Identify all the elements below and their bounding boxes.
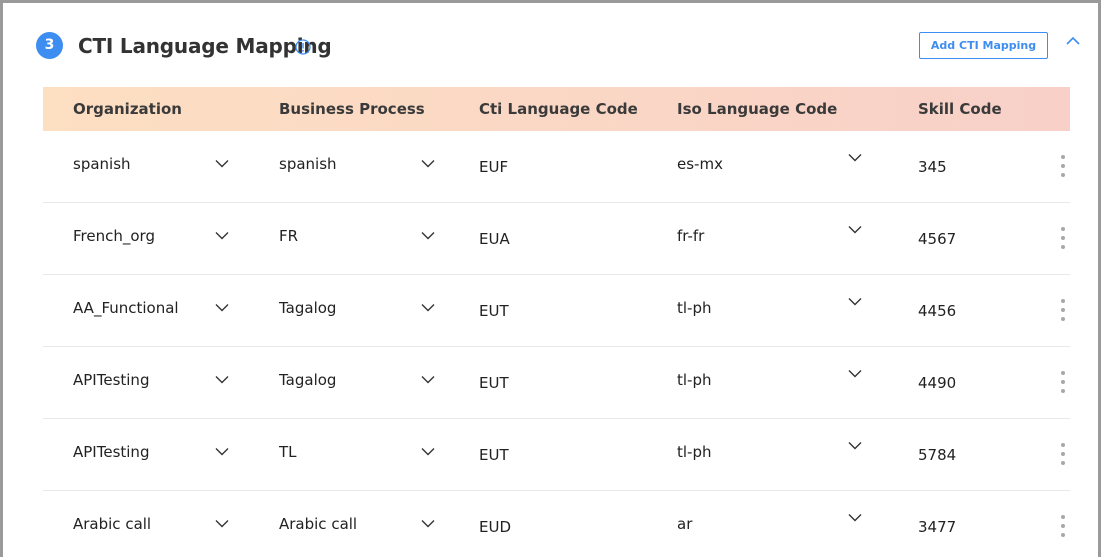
skill-code-value: 345	[918, 158, 947, 176]
column-header-organization: Organization	[73, 100, 182, 118]
kebab-menu-icon[interactable]	[1060, 155, 1066, 179]
table-row: APITesting TL EUT tl-ph 5784	[43, 419, 1070, 491]
chevron-down-icon[interactable]	[421, 447, 435, 456]
chevron-down-icon[interactable]	[215, 231, 229, 240]
cti-language-code-value: EUT	[479, 302, 509, 320]
cti-language-code-value: EUT	[479, 446, 509, 464]
table-row: spanish spanish EUF es-mx 345	[43, 131, 1070, 203]
chevron-down-icon[interactable]	[215, 447, 229, 456]
iso-language-code-select[interactable]: tl-ph	[677, 371, 712, 389]
table-row: Arabic call Arabic call EUD ar 3477	[43, 491, 1070, 557]
chevron-down-icon[interactable]	[421, 375, 435, 384]
business-process-select[interactable]: Arabic call	[279, 515, 357, 533]
chevron-down-icon[interactable]	[215, 375, 229, 384]
kebab-menu-icon[interactable]	[1060, 443, 1066, 467]
table-header: Organization Business Process Cti Langua…	[43, 87, 1070, 131]
kebab-menu-icon[interactable]	[1060, 371, 1066, 395]
business-process-select[interactable]: Tagalog	[279, 371, 336, 389]
table-row: APITesting Tagalog EUT tl-ph 4490	[43, 347, 1070, 419]
organization-select[interactable]: French_org	[73, 227, 155, 245]
chevron-down-icon[interactable]	[848, 513, 862, 522]
business-process-select[interactable]: Tagalog	[279, 299, 336, 317]
chevron-down-icon[interactable]	[215, 303, 229, 312]
cti-language-code-value: EUF	[479, 158, 509, 176]
cti-language-code-value: EUD	[479, 518, 512, 536]
add-cti-mapping-button[interactable]: Add CTI Mapping	[919, 32, 1048, 59]
business-process-select[interactable]: spanish	[279, 155, 337, 173]
iso-language-code-select[interactable]: tl-ph	[677, 299, 712, 317]
organization-select[interactable]: APITesting	[73, 443, 149, 461]
table-body: spanish spanish EUF es-mx 345 French_org…	[43, 131, 1070, 557]
iso-language-code-select[interactable]: ar	[677, 515, 692, 533]
skill-code-value: 4490	[918, 374, 957, 392]
chevron-down-icon[interactable]	[421, 159, 435, 168]
column-header-business-process: Business Process	[279, 100, 425, 118]
kebab-menu-icon[interactable]	[1060, 515, 1066, 539]
table-row: AA_Functional Tagalog EUT tl-ph 4456	[43, 275, 1070, 347]
skill-code-value: 3477	[918, 518, 957, 536]
chevron-down-icon[interactable]	[848, 297, 862, 306]
kebab-menu-icon[interactable]	[1060, 299, 1066, 323]
cti-language-mapping-panel: 3 CTI Language Mapping Add CTI Mapping O…	[0, 0, 1101, 557]
chevron-down-icon[interactable]	[848, 153, 862, 162]
skill-code-value: 5784	[918, 446, 957, 464]
chevron-down-icon[interactable]	[215, 159, 229, 168]
iso-language-code-select[interactable]: tl-ph	[677, 443, 712, 461]
organization-select[interactable]: Arabic call	[73, 515, 151, 533]
chevron-down-icon[interactable]	[215, 519, 229, 528]
organization-select[interactable]: AA_Functional	[73, 299, 179, 317]
chevron-down-icon[interactable]	[848, 369, 862, 378]
cti-language-code-value: EUA	[479, 230, 510, 248]
column-header-skill-code: Skill Code	[918, 100, 1002, 118]
iso-language-code-select[interactable]: es-mx	[677, 155, 723, 173]
chevron-up-icon[interactable]	[1065, 34, 1081, 48]
chevron-down-icon[interactable]	[421, 303, 435, 312]
chevron-down-icon[interactable]	[421, 519, 435, 528]
column-header-cti-language-code: Cti Language Code	[479, 100, 638, 118]
chevron-down-icon[interactable]	[848, 225, 862, 234]
organization-select[interactable]: APITesting	[73, 371, 149, 389]
chevron-down-icon[interactable]	[421, 231, 435, 240]
chevron-down-icon[interactable]	[848, 441, 862, 450]
step-number-badge: 3	[36, 32, 63, 59]
skill-code-value: 4567	[918, 230, 957, 248]
business-process-select[interactable]: TL	[279, 443, 297, 461]
organization-select[interactable]: spanish	[73, 155, 131, 173]
kebab-menu-icon[interactable]	[1060, 227, 1066, 251]
business-process-select[interactable]: FR	[279, 227, 298, 245]
skill-code-value: 4456	[918, 302, 957, 320]
cti-language-code-value: EUT	[479, 374, 509, 392]
info-icon[interactable]	[295, 39, 311, 55]
iso-language-code-select[interactable]: fr-fr	[677, 227, 704, 245]
section-title: CTI Language Mapping	[78, 34, 332, 58]
column-header-iso-language-code: Iso Language Code	[677, 100, 838, 118]
table-row: French_org FR EUA fr-fr 4567	[43, 203, 1070, 275]
